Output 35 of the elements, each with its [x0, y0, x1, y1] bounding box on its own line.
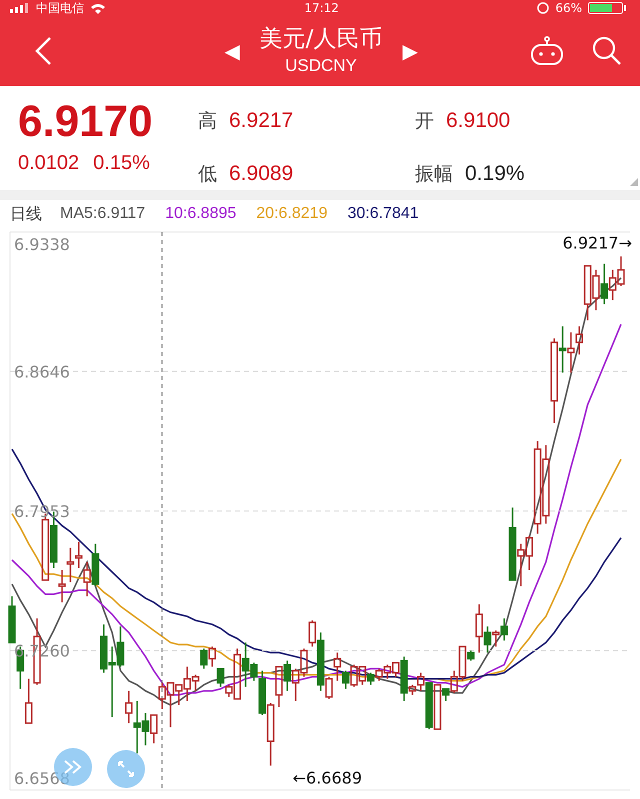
stat-label: 开 [415, 108, 434, 134]
period-label: 日线 [10, 204, 42, 224]
last-price: 6.9170 [18, 96, 154, 148]
low-price-marker: ←6.6689 [292, 768, 362, 788]
moving-average-label: 10:6.8895 [165, 205, 236, 223]
carrier-name: 中国电信 [36, 0, 84, 16]
axis-label: 6.9338 [14, 235, 70, 254]
pair-code: USDCNY [285, 55, 357, 77]
wifi-icon [90, 2, 106, 14]
stat-value: 6.9089 [229, 162, 294, 186]
stat-value: 0.19% [465, 162, 525, 186]
candle [8, 596, 16, 644]
clock-time: 17:12 [304, 1, 339, 15]
robot-icon[interactable] [530, 36, 564, 66]
pair-title: 美元/人民币 [260, 25, 382, 54]
moving-average-label: 30:6.7841 [347, 205, 419, 223]
signal-icon [10, 3, 30, 13]
stat-label: 振幅 [415, 162, 453, 186]
axis-label: 6.8646 [14, 362, 70, 382]
high-price-marker: 6.9217→ [562, 233, 632, 252]
price-change: 0.0102 [18, 152, 80, 175]
search-icon[interactable] [592, 36, 622, 66]
moving-average-label: MA5:6.9117 [60, 205, 146, 223]
stat-value: 6.9217 [229, 108, 294, 132]
next-button[interactable]: ▶ [402, 38, 418, 64]
resize-icon [630, 178, 638, 186]
change-percent: 0.15% [93, 152, 150, 175]
stat-label: 低 [198, 162, 217, 186]
back-icon[interactable] [34, 36, 52, 66]
stat-label: 高 [198, 108, 217, 134]
battery-percent: 66% [555, 1, 582, 15]
expand-icon [117, 760, 135, 778]
moving-average-label: 20:6.8219 [256, 205, 328, 223]
stat-value: 6.9100 [446, 108, 510, 132]
previous-button[interactable]: ◀ [224, 38, 240, 64]
